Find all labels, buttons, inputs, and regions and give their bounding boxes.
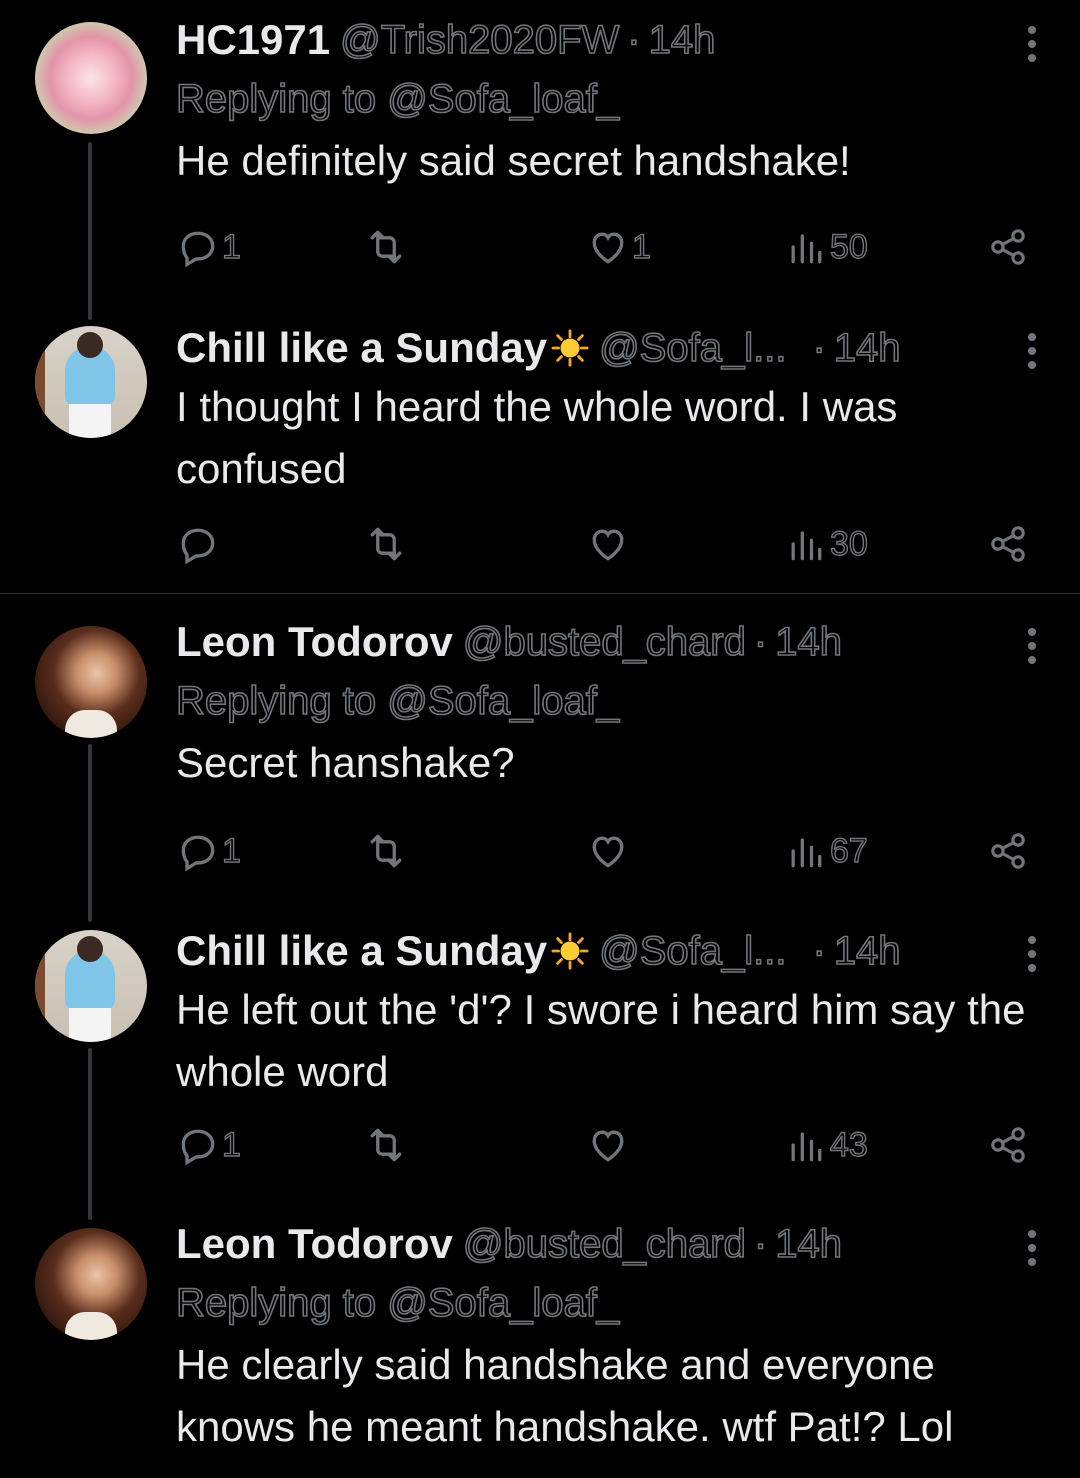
view-count: 30 [829,524,868,563]
share-button[interactable] [986,1120,1030,1170]
thread-divider [0,593,1080,594]
views-button[interactable]: 43 [784,1120,869,1170]
sun-emoji-icon [551,329,589,367]
reply-count: 1 [221,831,241,870]
like-button[interactable] [586,519,632,569]
retweet-icon [370,834,402,868]
replying-to[interactable]: Replying to @Sofa_loaf_ [175,676,1040,726]
avatar[interactable] [35,1228,147,1340]
display-name[interactable]: HC1971 [176,16,330,64]
heart-icon [592,232,624,264]
thread-line [88,1048,92,1220]
tweet-header: Chill like a Sunday @Sofa_l... · 14h [176,322,1040,374]
views-button[interactable]: 50 [784,222,869,272]
tweet-text: I thought I heard the whole word. I was … [176,383,898,492]
like-button[interactable]: 1 [586,222,652,272]
reply-button[interactable]: 1 [176,1120,242,1170]
action-bar: 30 [176,519,1036,569]
thread-line [88,142,92,320]
tweet-text: He clearly said handshake and everyone k… [176,1341,954,1450]
share-button[interactable] [986,222,1030,272]
sun-emoji-icon [551,932,589,970]
retweet-button[interactable] [364,222,408,272]
thread-line [88,744,92,922]
views-button[interactable]: 30 [784,519,869,569]
share-icon [991,833,1025,869]
tweet-text: He definitely said secret handshake! [176,137,851,184]
separator-dot: · [626,17,641,63]
avatar[interactable] [35,22,147,134]
separator-dot: · [753,1221,768,1267]
tweet-text: Secret hanshake? [176,739,515,786]
action-bar: 1 1 50 [176,222,1036,272]
heart-icon [592,836,624,868]
tweet-header: Leon Todorov @busted_chard · 14h [176,1218,1040,1270]
tweet-header: Leon Todorov @busted_chard · 14h [176,616,1040,668]
view-count: 67 [829,831,868,870]
views-icon [791,531,822,561]
reply-icon [181,1129,215,1166]
view-count: 43 [829,1125,868,1164]
like-count: 1 [631,227,651,266]
separator-dot: · [812,928,827,974]
reply-icon [181,231,215,268]
share-icon [991,229,1025,265]
user-handle[interactable]: @Sofa_l... [598,325,787,371]
timestamp[interactable]: 14h [648,17,716,63]
avatar[interactable] [35,930,147,1042]
timestamp[interactable]: 14h [833,325,901,371]
tweet-header: Chill like a Sunday @Sofa_l... · 14h [176,925,1040,977]
share-icon [991,1127,1025,1163]
retweet-button[interactable] [364,826,408,876]
display-name[interactable]: Chill like a Sunday [176,927,547,975]
display-name[interactable]: Chill like a Sunday [176,324,547,372]
action-bar: 1 67 [176,826,1036,876]
timestamp[interactable]: 14h [833,928,901,974]
action-bar: 1 43 [176,1120,1036,1170]
replying-to[interactable]: Replying to @Sofa_loaf_ [175,1278,1040,1328]
retweet-button[interactable] [364,1120,408,1170]
avatar[interactable] [35,626,147,738]
user-handle[interactable]: @Trish2020FW [339,17,620,63]
reply-button[interactable] [176,519,222,569]
user-handle[interactable]: @busted_chard [462,1221,747,1267]
reply-button[interactable]: 1 [176,826,242,876]
retweet-icon [370,1128,402,1162]
views-button[interactable]: 67 [784,826,869,876]
user-handle[interactable]: @Sofa_l... [598,928,787,974]
like-button[interactable] [586,1120,632,1170]
separator-dot: · [812,325,827,371]
display-name[interactable]: Leon Todorov [176,1220,453,1268]
display-name[interactable]: Leon Todorov [176,618,453,666]
reply-icon [181,835,215,872]
reply-button[interactable]: 1 [176,222,242,272]
user-handle[interactable]: @busted_chard [462,619,747,665]
retweet-icon [370,230,402,264]
view-count: 50 [829,227,868,266]
heart-icon [592,1130,624,1162]
reply-count: 1 [221,1125,241,1164]
views-icon [791,1132,822,1162]
timestamp[interactable]: 14h [774,619,842,665]
retweet-button[interactable] [364,519,408,569]
share-button[interactable] [986,519,1030,569]
reply-icon [181,528,215,565]
share-button[interactable] [986,826,1030,876]
tweet-header: HC1971 @Trish2020FW · 14h [176,14,1040,66]
replying-to[interactable]: Replying to @Sofa_loaf_ [175,74,1040,124]
retweet-icon [370,527,402,561]
reply-count: 1 [221,227,241,266]
like-button[interactable] [586,826,632,876]
heart-icon [592,529,624,561]
timestamp[interactable]: 14h [774,1221,842,1267]
tweet-text: He left out the 'd'? I swore i heard him… [176,986,1026,1095]
share-icon [991,526,1025,562]
avatar[interactable] [35,326,147,438]
separator-dot: · [753,619,768,665]
views-icon [791,234,822,264]
views-icon [791,838,822,868]
